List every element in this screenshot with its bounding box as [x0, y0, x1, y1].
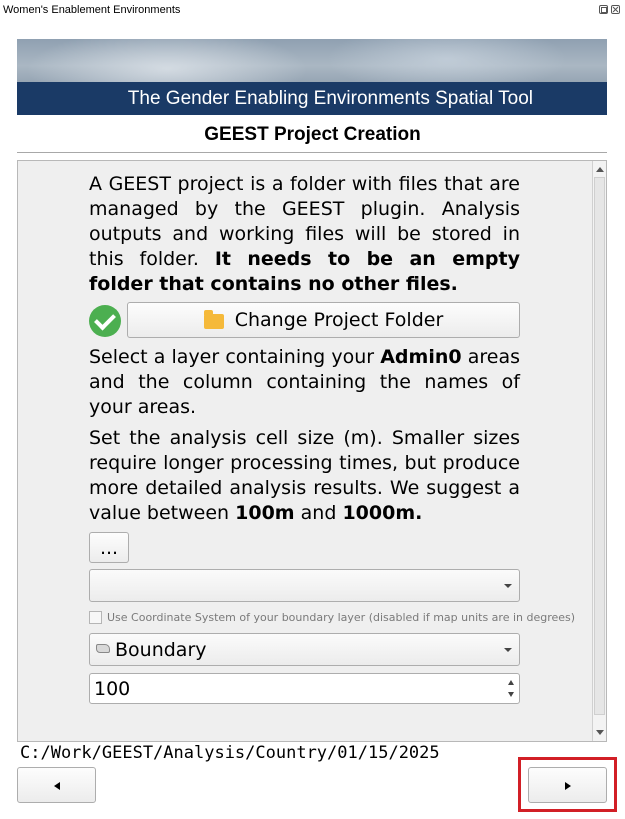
banner-title: The Gender Enabling Environments Spatial…: [127, 88, 533, 109]
spin-up-icon[interactable]: [508, 680, 514, 685]
window-title: Women's Enablement Environments: [3, 4, 181, 16]
layer-description: Select a layer containing your Admin0 ar…: [89, 345, 520, 420]
layer-field-combobox[interactable]: [89, 569, 520, 602]
page-title: GEEST Project Creation: [204, 124, 421, 145]
layer-text-bold: Admin0: [380, 346, 462, 368]
scroll-down-icon[interactable]: [596, 730, 604, 735]
change-project-folder-label: Change Project Folder: [234, 309, 444, 331]
browse-layer-button[interactable]: ...: [89, 532, 129, 563]
cell-text-mid: and: [294, 502, 343, 524]
intro-description: A GEEST project is a folder with files t…: [89, 172, 520, 297]
use-crs-label: Use Coordinate System of your boundary l…: [107, 611, 576, 624]
window-titlebar: Women's Enablement Environments: [0, 0, 625, 22]
change-project-folder-button[interactable]: Change Project Folder: [127, 302, 520, 338]
cell-text-bold-max: 1000m.: [342, 502, 423, 524]
polygon-layer-icon: [96, 644, 110, 653]
cell-size-description: Set the analysis cell size (m). Smaller …: [89, 426, 520, 526]
spin-down-icon[interactable]: [508, 692, 514, 697]
chevron-down-icon: [504, 584, 512, 588]
use-crs-checkbox[interactable]: [89, 611, 102, 624]
left-arrow-icon: [54, 782, 60, 790]
cell-text-bold-min: 100m: [235, 502, 295, 524]
chevron-down-icon: [504, 648, 512, 652]
previous-button[interactable]: [17, 767, 96, 803]
cell-size-spinbox[interactable]: 100: [89, 673, 520, 704]
project-path: C:/Work/GEEST/Analysis/Country/01/15/202…: [20, 743, 440, 763]
folder-icon: [203, 309, 224, 329]
header-banner: The Gender Enabling Environments Spatial…: [17, 39, 607, 115]
scroll-up-icon[interactable]: [596, 167, 604, 172]
cell-size-value: 100: [94, 678, 131, 700]
close-window-icon[interactable]: [611, 5, 620, 14]
check-circle-icon: [89, 305, 121, 337]
vertical-scrollbar[interactable]: [592, 161, 606, 741]
crs-option: Use Coordinate System of your boundary l…: [89, 610, 575, 626]
float-window-icon[interactable]: [599, 5, 608, 14]
boundary-layer-value: Boundary: [115, 639, 207, 661]
boundary-layer-combobox[interactable]: Boundary: [89, 633, 520, 666]
next-button-highlight: [518, 757, 617, 812]
scrollbar-thumb[interactable]: [594, 177, 605, 715]
layer-text-before: Select a layer containing your: [89, 346, 381, 368]
divider: [17, 152, 607, 153]
